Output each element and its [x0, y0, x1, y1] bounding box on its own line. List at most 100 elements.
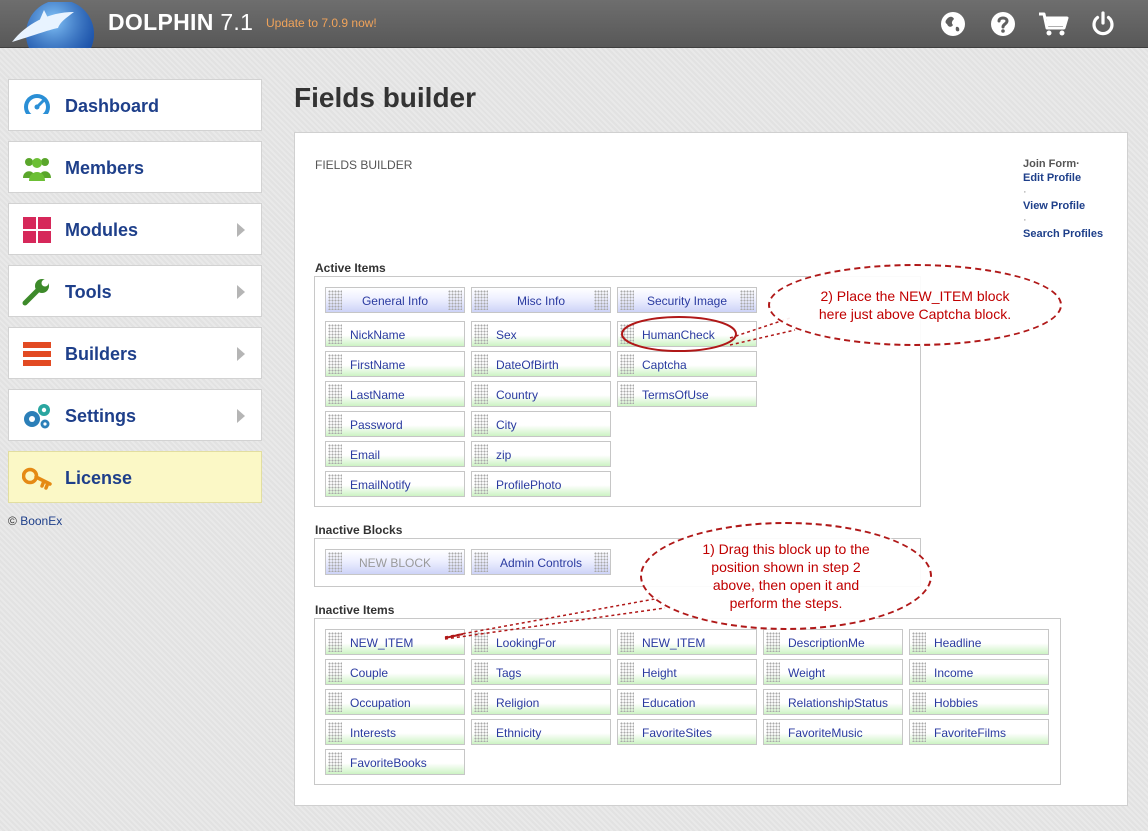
field-item-captcha[interactable]: Captcha: [617, 351, 757, 377]
field-item-favoritefilms[interactable]: FavoriteFilms: [909, 719, 1049, 745]
field-item-relationshipstatus[interactable]: RelationshipStatus: [763, 689, 903, 715]
drag-handle-icon[interactable]: [620, 662, 634, 682]
sidebar-item-license[interactable]: License: [8, 451, 262, 503]
help-icon[interactable]: [989, 10, 1017, 38]
field-item-humancheck[interactable]: HumanCheck: [617, 321, 757, 347]
drag-handle-icon[interactable]: [912, 692, 926, 712]
drag-handle-icon[interactable]: [474, 474, 488, 494]
field-item-weight[interactable]: Weight: [763, 659, 903, 685]
drag-handle-icon[interactable]: [474, 324, 488, 344]
edit-profile-link[interactable]: Edit Profile: [1023, 171, 1103, 185]
drag-handle-icon[interactable]: [620, 632, 634, 652]
field-block-new-block[interactable]: NEW BLOCK: [325, 549, 465, 575]
field-item-ethnicity[interactable]: Ethnicity: [471, 719, 611, 745]
field-item-termsofuse[interactable]: TermsOfUse: [617, 381, 757, 407]
drag-handle-icon[interactable]: [912, 632, 926, 652]
field-item-height[interactable]: Height: [617, 659, 757, 685]
field-block-misc-info[interactable]: Misc Info: [471, 287, 611, 313]
drag-handle-icon[interactable]: [620, 722, 634, 742]
field-item-country[interactable]: Country: [471, 381, 611, 407]
drag-handle-icon[interactable]: [328, 444, 342, 464]
cart-icon[interactable]: [1038, 10, 1070, 38]
field-item-hobbies[interactable]: Hobbies: [909, 689, 1049, 715]
drag-handle-icon[interactable]: [474, 722, 488, 742]
globe-icon[interactable]: [939, 10, 967, 38]
field-item-firstname[interactable]: FirstName: [325, 351, 465, 377]
field-item-city[interactable]: City: [471, 411, 611, 437]
dolphin-logo[interactable]: [8, 2, 96, 48]
field-block-admin-controls[interactable]: Admin Controls: [471, 549, 611, 575]
power-icon[interactable]: [1089, 10, 1117, 38]
field-block-security-image[interactable]: Security Image: [617, 287, 757, 313]
field-label: EmailNotify: [350, 478, 411, 492]
drag-handle-icon[interactable]: [328, 722, 342, 742]
drag-handle-icon[interactable]: [328, 354, 342, 374]
field-label: DescriptionMe: [788, 636, 865, 650]
drag-handle-icon[interactable]: [474, 354, 488, 374]
drag-handle-icon[interactable]: [474, 632, 488, 652]
drag-handle-icon[interactable]: [328, 632, 342, 652]
field-item-headline[interactable]: Headline: [909, 629, 1049, 655]
field-item-interests[interactable]: Interests: [325, 719, 465, 745]
field-item-favoritesites[interactable]: FavoriteSites: [617, 719, 757, 745]
drag-handle-icon[interactable]: [328, 414, 342, 434]
sidebar-item-settings[interactable]: Settings: [8, 389, 262, 441]
field-item-favoritemusic[interactable]: FavoriteMusic: [763, 719, 903, 745]
sidebar-item-tools[interactable]: Tools: [8, 265, 262, 317]
field-item-password[interactable]: Password: [325, 411, 465, 437]
sidebar-item-dashboard[interactable]: Dashboard: [8, 79, 262, 131]
field-item-emailnotify[interactable]: EmailNotify: [325, 471, 465, 497]
drag-handle-icon[interactable]: [620, 384, 634, 404]
drag-handle-icon[interactable]: [912, 722, 926, 742]
field-item-lookingfor[interactable]: LookingFor: [471, 629, 611, 655]
field-item-new-item[interactable]: NEW_ITEM: [325, 629, 465, 655]
copyright: © BoonEx: [8, 514, 62, 528]
field-label: Income: [934, 666, 974, 680]
sidebar-item-builders[interactable]: Builders: [8, 327, 262, 379]
drag-handle-icon[interactable]: [620, 354, 634, 374]
field-item-sex[interactable]: Sex: [471, 321, 611, 347]
drag-handle-icon[interactable]: [474, 662, 488, 682]
sidebar-item-modules[interactable]: Modules: [8, 203, 262, 255]
field-item-income[interactable]: Income: [909, 659, 1049, 685]
drag-handle-icon[interactable]: [474, 414, 488, 434]
drag-handle-icon[interactable]: [328, 474, 342, 494]
field-item-lastname[interactable]: LastName: [325, 381, 465, 407]
active-items-label: Active Items: [315, 261, 386, 275]
field-block-general-info[interactable]: General Info: [325, 287, 465, 313]
field-item-nickname[interactable]: NickName: [325, 321, 465, 347]
sidebar-item-label: License: [65, 468, 133, 488]
drag-handle-icon[interactable]: [328, 692, 342, 712]
drag-handle-icon[interactable]: [328, 384, 342, 404]
field-item-education[interactable]: Education: [617, 689, 757, 715]
field-item-favoritebooks[interactable]: FavoriteBooks: [325, 749, 465, 775]
drag-handle-icon[interactable]: [474, 692, 488, 712]
field-item-descriptionme[interactable]: DescriptionMe: [763, 629, 903, 655]
drag-handle-icon[interactable]: [766, 662, 780, 682]
field-item-email[interactable]: Email: [325, 441, 465, 467]
drag-handle-icon[interactable]: [766, 722, 780, 742]
field-item-dateofbirth[interactable]: DateOfBirth: [471, 351, 611, 377]
view-profile-link[interactable]: View Profile: [1023, 199, 1103, 213]
drag-handle-icon[interactable]: [474, 384, 488, 404]
field-item-profilephoto[interactable]: ProfilePhoto: [471, 471, 611, 497]
field-item-tags[interactable]: Tags: [471, 659, 611, 685]
drag-handle-icon[interactable]: [766, 632, 780, 652]
field-item-zip[interactable]: zip: [471, 441, 611, 467]
field-item-occupation[interactable]: Occupation: [325, 689, 465, 715]
field-item-new-item[interactable]: NEW_ITEM: [617, 629, 757, 655]
search-profiles-link[interactable]: Search Profiles: [1023, 227, 1103, 241]
drag-handle-icon[interactable]: [328, 662, 342, 682]
field-item-couple[interactable]: Couple: [325, 659, 465, 685]
drag-handle-icon[interactable]: [328, 324, 342, 344]
update-notice[interactable]: Update to 7.0.9 now!: [266, 16, 377, 30]
field-item-religion[interactable]: Religion: [471, 689, 611, 715]
drag-handle-icon[interactable]: [328, 752, 342, 772]
sidebar-item-members[interactable]: Members: [8, 141, 262, 193]
drag-handle-icon[interactable]: [620, 324, 634, 344]
boonex-link[interactable]: BoonEx: [20, 514, 62, 528]
drag-handle-icon[interactable]: [620, 692, 634, 712]
drag-handle-icon[interactable]: [912, 662, 926, 682]
drag-handle-icon[interactable]: [474, 444, 488, 464]
drag-handle-icon[interactable]: [766, 692, 780, 712]
